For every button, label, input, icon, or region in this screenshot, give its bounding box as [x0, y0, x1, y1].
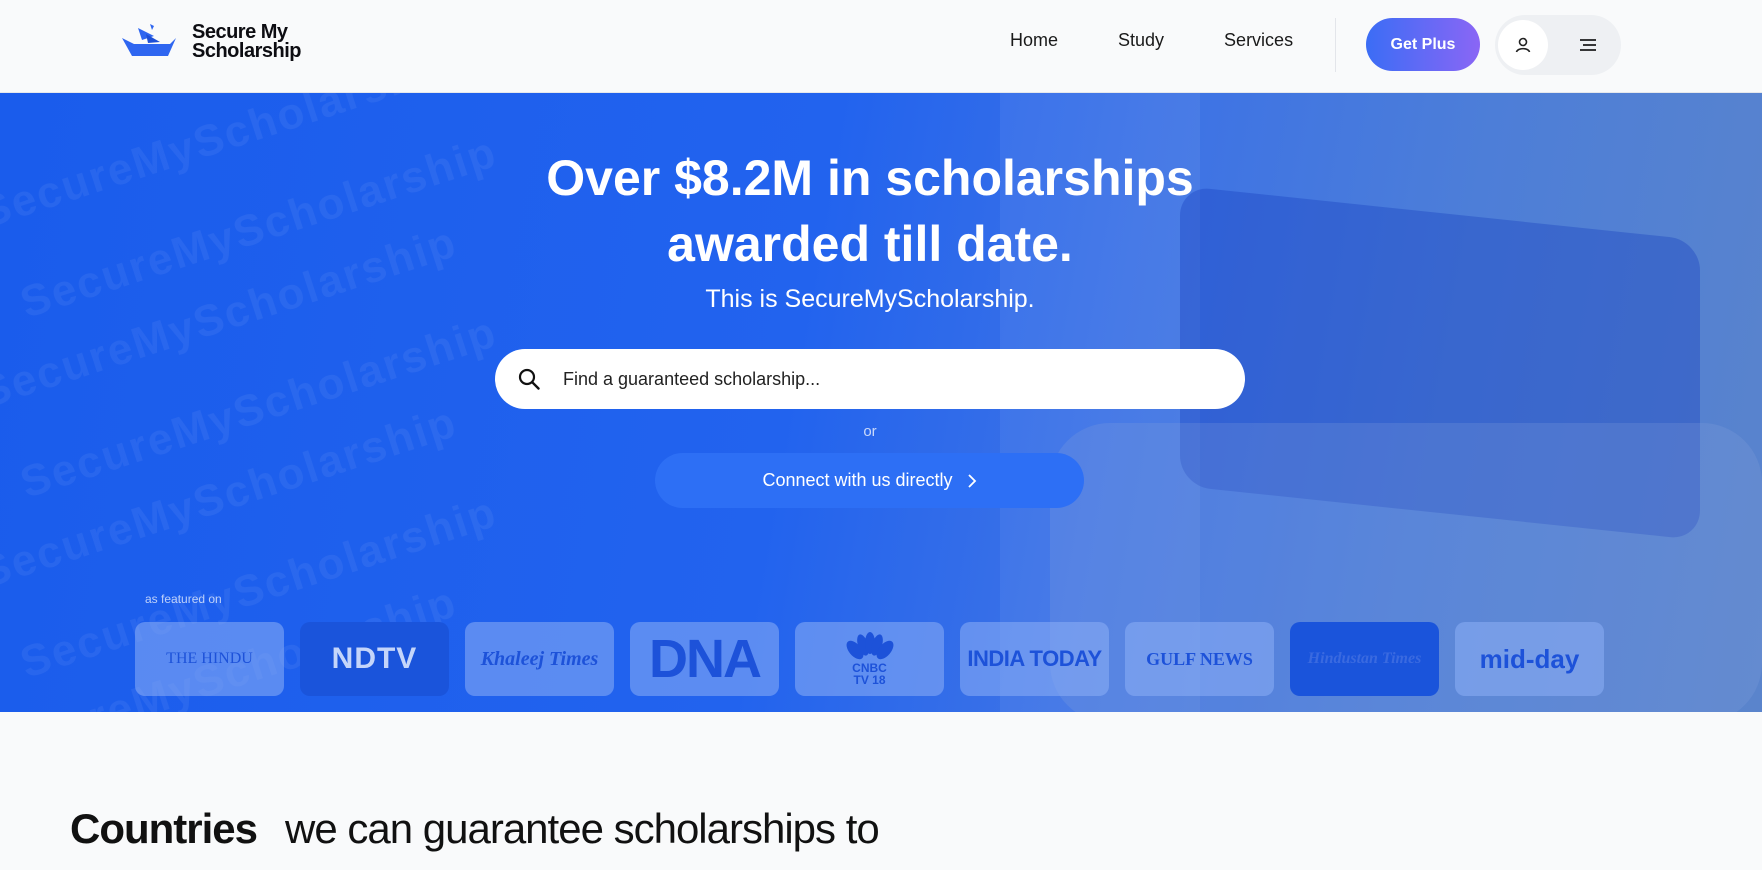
- user-button[interactable]: [1498, 20, 1548, 70]
- cnbc-logo: CNBC TV 18: [843, 632, 897, 686]
- search-input[interactable]: [563, 368, 1163, 390]
- press-logo-text: mid-day: [1479, 643, 1580, 674]
- press-logo-dna[interactable]: DNA: [630, 622, 779, 696]
- countries-heading-bold: Countries: [70, 805, 258, 852]
- logo-wordmark: Secure My Scholarship: [192, 22, 301, 62]
- featured-on-label: as featured on: [145, 592, 222, 606]
- hero-section: SecureMyScholarship SecureMyScholarship …: [0, 93, 1762, 712]
- site-logo[interactable]: Secure My Scholarship: [120, 22, 301, 62]
- press-logo-cnbc[interactable]: CNBC TV 18: [795, 622, 944, 696]
- nav-home[interactable]: Home: [1010, 30, 1058, 51]
- press-logo-text: NDTV: [331, 642, 418, 675]
- site-header: Secure My Scholarship Home Study Service…: [0, 0, 1762, 93]
- press-logo-ndtv[interactable]: NDTV: [300, 622, 449, 696]
- press-logo-text: INDIA TODAY: [967, 646, 1102, 671]
- press-logo-khaleej-times[interactable]: Khaleej Times: [465, 622, 614, 696]
- search-icon: [518, 368, 540, 390]
- user-icon: [1515, 37, 1531, 53]
- press-logo-text: DNA: [649, 629, 762, 689]
- hamburger-menu-icon[interactable]: [1578, 35, 1598, 55]
- nav-divider: [1335, 18, 1336, 72]
- or-separator: or: [863, 423, 877, 440]
- connect-directly-button[interactable]: Connect with us directly: [655, 453, 1084, 508]
- press-logo-subtext: TV 18: [853, 673, 886, 687]
- press-logo-text: GULF NEWS: [1146, 648, 1253, 669]
- hero-title-line-2: awarded till date.: [667, 216, 1073, 272]
- account-menu[interactable]: [1495, 15, 1621, 75]
- connect-label: Connect with us directly: [762, 470, 953, 490]
- main-nav: Home Study Services: [1010, 30, 1293, 51]
- get-plus-button[interactable]: Get Plus: [1366, 18, 1480, 71]
- press-logo-hindustan-times[interactable]: Hindustan Times: [1290, 622, 1439, 696]
- nav-services[interactable]: Services: [1224, 30, 1293, 51]
- press-logo-text: THE HINDU: [166, 650, 253, 667]
- hero-subtitle: This is SecureMyScholarship.: [705, 285, 1035, 313]
- hero-title-line-1: Over $8.2M in scholarships: [546, 150, 1194, 206]
- press-logo-the-hindu[interactable]: THE HINDU: [135, 622, 284, 696]
- press-logo-text: Hindustan Times: [1307, 650, 1422, 667]
- peacock-icon: [846, 632, 893, 660]
- boat-logo-icon: [122, 24, 176, 56]
- logo-line-2: Scholarship: [192, 40, 301, 62]
- scholarship-search-bar[interactable]: [495, 349, 1245, 409]
- countries-heading: Countries we can guarantee scholarships t…: [70, 805, 880, 853]
- chevron-right-icon: [967, 473, 976, 488]
- press-logo-india-today[interactable]: INDIA TODAY: [960, 622, 1109, 696]
- countries-heading-rest: we can guarantee scholarships to: [285, 805, 880, 852]
- press-logo-mid-day[interactable]: mid-day: [1455, 622, 1604, 696]
- press-logos: THE HINDU NDTV Khaleej Times DNA CNBC TV…: [135, 622, 1604, 696]
- hero-title: Over $8.2M in scholarships awarded till …: [0, 145, 1740, 277]
- nav-study[interactable]: Study: [1118, 30, 1164, 51]
- press-logo-gulf-news[interactable]: GULF NEWS: [1125, 622, 1274, 696]
- press-logo-text: Khaleej Times: [480, 647, 599, 670]
